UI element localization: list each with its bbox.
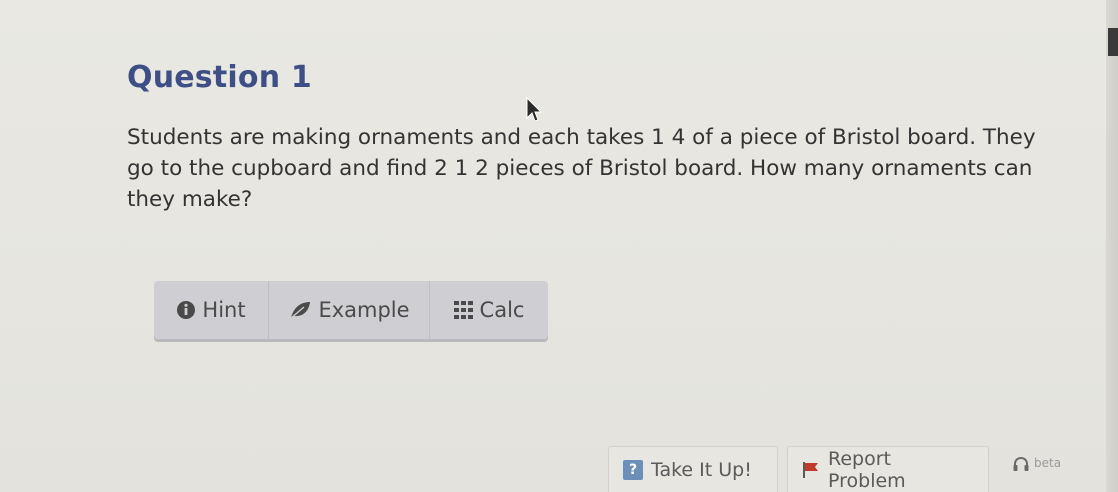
example-button[interactable]: Example <box>268 281 429 339</box>
scrollbar-track[interactable] <box>1106 0 1118 492</box>
scrollbar-thumb[interactable] <box>1108 28 1118 56</box>
report-problem-button[interactable]: Report Problem <box>787 446 989 492</box>
headset-icon <box>1012 456 1030 472</box>
calculator-grid-icon <box>453 301 474 319</box>
calc-label: Calc <box>479 298 525 322</box>
hint-button[interactable]: Hint <box>154 281 268 339</box>
hint-label: Hint <box>202 298 246 322</box>
example-label: Example <box>318 298 410 322</box>
helper-toolbar: Hint Example Calc <box>154 281 548 339</box>
info-icon <box>176 300 196 320</box>
question-badge-icon: ? <box>623 459 643 480</box>
question-text: Students are making ornaments and each t… <box>127 125 1036 212</box>
calc-button[interactable]: Calc <box>429 281 548 339</box>
beta-indicator[interactable]: beta <box>1012 456 1061 472</box>
leaf-icon <box>288 300 312 320</box>
take-it-up-label: Take It Up! <box>651 458 752 481</box>
mouse-cursor-icon <box>526 97 543 122</box>
flag-icon <box>802 461 820 479</box>
take-it-up-button[interactable]: ? Take It Up! <box>608 446 778 492</box>
question-title: Question 1 <box>127 60 312 95</box>
report-problem-label: Report Problem <box>828 447 906 492</box>
beta-label: beta <box>1034 456 1062 470</box>
